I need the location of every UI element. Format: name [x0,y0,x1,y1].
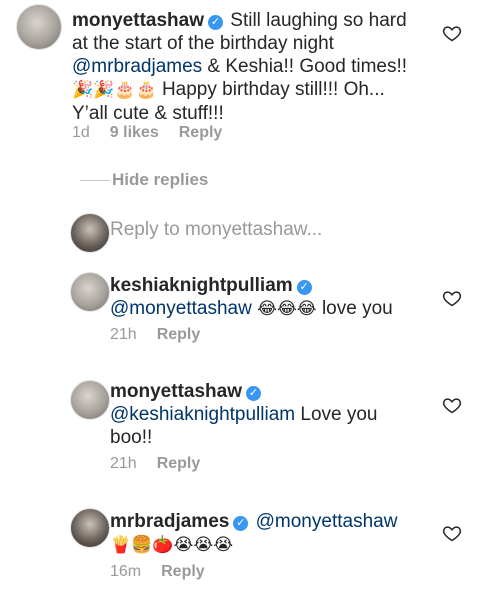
avatar-current-user [70,213,110,253]
comment-text-line5: Y’all cute & stuff!!! [72,103,224,124]
reply-username[interactable]: monyettashaw [110,381,242,402]
reply-username[interactable]: keshiaknightpulliam [110,275,293,296]
comment-text-line1: Still laughing so hard [230,10,407,31]
reply-input[interactable]: Reply to monyettashaw... [110,219,322,241]
comment-body: monyettashaw ✓ Still laughing so hard at … [72,9,432,125]
comment-username[interactable]: monyettashaw [72,10,204,31]
reply-text: Love you [295,404,378,425]
comment-emojis: 🎉🎉🎂🎂 [72,80,157,100]
heart-outline-icon[interactable] [442,23,462,43]
reply-username[interactable]: mrbradjames [110,511,229,532]
comment-text-line3: & Keshia!! Good times!! [202,56,408,77]
reply-text: love you [316,298,393,319]
comment-text-line4: Happy birthday still!!! Oh... [156,79,385,100]
comment-meta: 1d 9 likes Reply [72,124,242,142]
reply-timestamp: 21h [110,326,137,343]
verified-badge-icon: ✓ [296,280,312,295]
reply-timestamp: 16m [110,563,142,580]
avatar-keshiaknightpulliam[interactable] [70,272,110,312]
verified-badge-icon: ✓ [233,516,249,531]
mention-keshiaknightpulliam[interactable]: @keshiaknightpulliam [110,404,295,425]
reply-text-line2: boo!! [110,427,153,448]
reply-timestamp: 21h [110,455,137,472]
avatar-monyettashaw[interactable] [70,380,110,420]
reply-meta: 16m Reply [110,563,225,581]
hide-replies-button[interactable]: Hide replies [112,170,208,190]
reply-reply-button[interactable]: Reply [161,563,205,580]
reply-body: monyettashaw ✓ @keshiaknightpulliam Love … [110,380,430,449]
reply-reply-button[interactable]: Reply [157,455,201,472]
reply-meta: 21h Reply [110,326,220,344]
mention-monyettashaw[interactable]: @monyettashaw [110,298,252,319]
comment-timestamp: 1d [72,124,90,141]
mention-mrbradjames[interactable]: @mrbradjames [72,56,202,77]
avatar-mrbradjames[interactable] [70,508,110,548]
heart-outline-icon[interactable] [442,288,462,308]
comment-likes[interactable]: 9 likes [110,124,159,141]
mention-monyettashaw[interactable]: @monyettashaw [256,511,398,532]
verified-badge-icon: ✓ [245,386,261,401]
reply-body: mrbradjames ✓ @monyettashaw 🍟🍔🍅😭😭😭 [110,510,440,557]
reply-body: keshiaknightpulliam ✓ @monyettashaw 😂😂😂 l… [110,274,430,321]
reply-emojis: 🍟🍔🍅😭😭😭 [110,535,234,555]
reply-meta: 21h Reply [110,455,220,473]
comment-text-line2: at the start of the birthday night [72,33,334,54]
heart-outline-icon[interactable] [442,395,462,415]
comment-reply-button[interactable]: Reply [179,124,223,141]
heart-outline-icon[interactable] [442,523,462,543]
avatar-monyettashaw[interactable] [16,4,62,50]
reply-reply-button[interactable]: Reply [157,326,201,343]
reply-emojis: 😂😂😂 [257,299,317,319]
hide-replies-divider [80,180,110,181]
verified-badge-icon: ✓ [207,15,223,30]
